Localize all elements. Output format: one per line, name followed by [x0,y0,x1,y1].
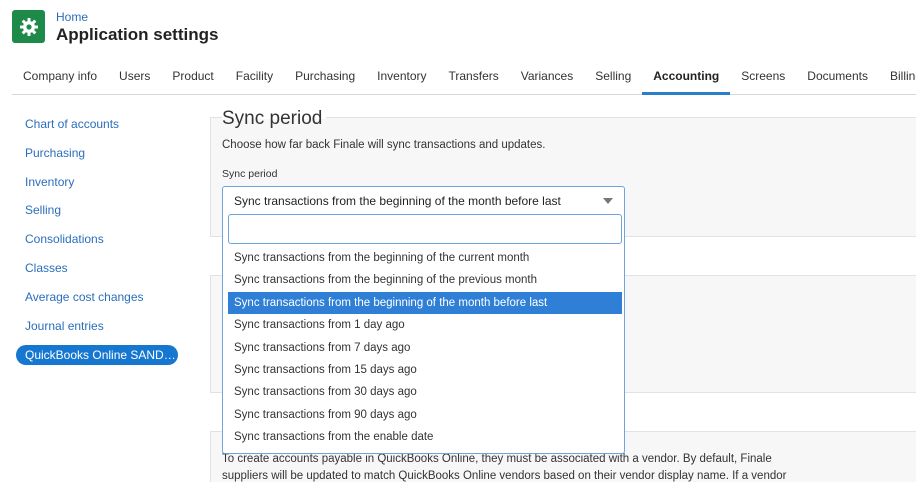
sync-period-selected-value: Sync transactions from the beginning of … [234,194,561,208]
tab-company-info[interactable]: Company info [12,60,108,95]
sync-period-title: Sync period [222,108,327,130]
sidebar-nav: Chart of accounts Purchasing Inventory S… [12,112,187,366]
tab-screens[interactable]: Screens [730,60,796,95]
sidebar-item-selling[interactable]: Selling [12,198,187,227]
dropdown-option[interactable]: Sync transactions from the enable date [228,426,622,448]
tab-product[interactable]: Product [161,60,224,95]
vendors-description-line: suppliers will be updated to match Quick… [222,469,787,482]
tab-users[interactable]: Users [108,60,161,95]
sidebar-item-journal-entries[interactable]: Journal entries [12,314,187,343]
tab-facility[interactable]: Facility [225,60,284,95]
sidebar-item-consolidations[interactable]: Consolidations [12,227,187,256]
sync-period-field-label: Sync period [222,168,278,180]
dropdown-option[interactable]: Sync transactions from the beginning of … [228,247,622,269]
sidebar-item-purchasing[interactable]: Purchasing [12,141,187,170]
dropdown-option[interactable]: Sync transactions from 90 days ago [228,404,622,426]
gear-icon [19,17,38,36]
tab-selling[interactable]: Selling [584,60,642,95]
dropdown-option[interactable]: Sync transactions from the beginning of … [228,269,622,291]
tab-purchasing[interactable]: Purchasing [284,60,366,95]
sidebar-item-chart-of-accounts[interactable]: Chart of accounts [12,112,187,141]
sync-period-dropdown: Sync transactions from the beginning of … [222,213,625,454]
page-title: Application settings [56,25,219,44]
dropdown-option[interactable]: Sync transactions from 30 days ago [228,381,622,403]
dropdown-search-input[interactable] [228,214,622,244]
caret-down-icon[interactable] [603,198,613,204]
sync-period-select[interactable]: Sync transactions from the beginning of … [222,186,625,214]
app-logo [12,10,45,43]
tab-transfers[interactable]: Transfers [438,60,510,95]
vendors-description: To create accounts payable in QuickBooks… [222,451,822,482]
dropdown-option[interactable]: Sync transactions from 15 days ago [228,359,622,381]
tab-billing[interactable]: Billing [879,60,916,95]
dropdown-option[interactable]: Sync transactions from 7 days ago [228,337,622,359]
tab-variances[interactable]: Variances [510,60,584,95]
settings-tabs: Company info Users Product Facility Purc… [12,60,916,95]
dropdown-option[interactable]: Sync transactions from 1 day ago [228,314,622,336]
tab-accounting[interactable]: Accounting [642,60,731,95]
sync-period-description: Choose how far back Finale will sync tra… [222,139,546,151]
dropdown-option-selected[interactable]: Sync transactions from the beginning of … [228,291,622,315]
tab-inventory[interactable]: Inventory [366,60,437,95]
sidebar-item-classes[interactable]: Classes [12,256,187,285]
dropdown-options: Sync transactions from the beginning of … [228,247,622,449]
sidebar-item-inventory[interactable]: Inventory [12,170,187,199]
sidebar-item-average-cost-changes[interactable]: Average cost changes [12,285,187,314]
tab-documents[interactable]: Documents [796,60,879,95]
sidebar-item-quickbooks-online[interactable]: QuickBooks Online SANDBOX [16,345,178,366]
breadcrumb-home[interactable]: Home [56,10,88,24]
